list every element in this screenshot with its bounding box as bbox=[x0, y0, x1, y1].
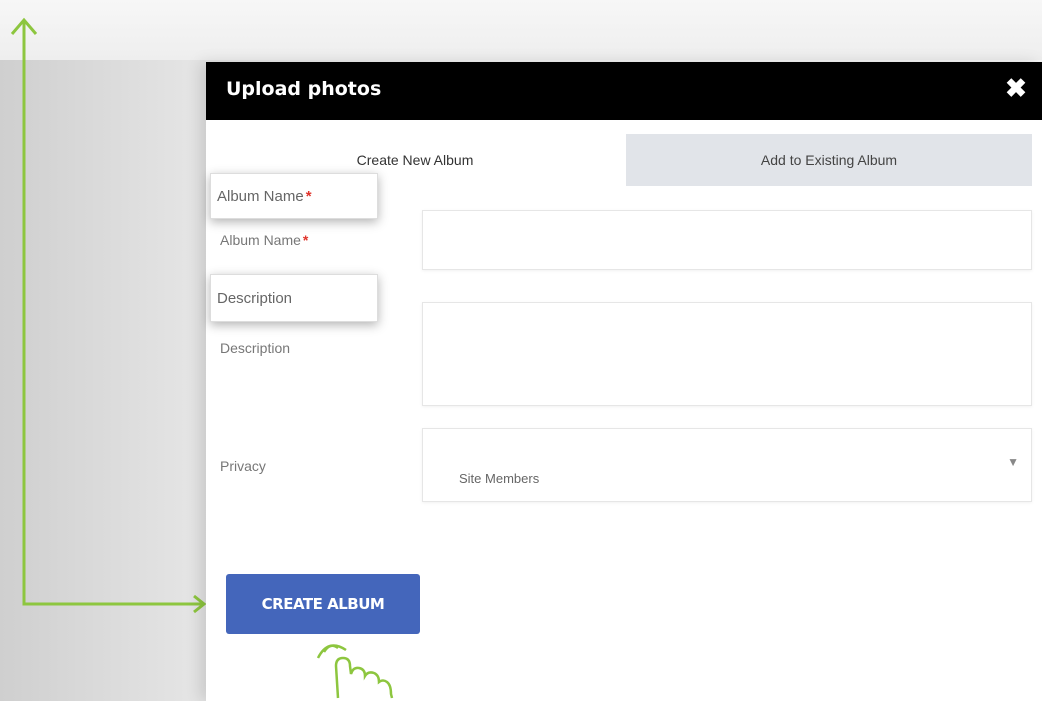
create-album-button[interactable]: CREATE ALBUM bbox=[226, 574, 420, 634]
upload-photos-modal: Upload photos ✖ Create New Album Add to … bbox=[206, 62, 1042, 701]
close-icon[interactable]: ✖ bbox=[1002, 74, 1030, 102]
green-arrow-icon bbox=[10, 17, 207, 614]
description-callout: Description bbox=[210, 274, 378, 322]
modal-title: Upload photos bbox=[226, 78, 382, 100]
chevron-down-icon: ▼ bbox=[1007, 455, 1019, 469]
album-name-label: Album Name * bbox=[220, 232, 308, 248]
album-name-callout-text: Album Name bbox=[217, 188, 304, 205]
privacy-selected-value: Site Members bbox=[459, 471, 540, 486]
callout-required-marker: * bbox=[305, 188, 312, 205]
album-name-label-text: Album Name bbox=[220, 232, 301, 248]
album-name-callout: Album Name * bbox=[210, 173, 378, 219]
tab-add-to-existing-album[interactable]: Add to Existing Album bbox=[626, 134, 1032, 186]
album-name-input[interactable] bbox=[422, 210, 1032, 270]
description-label: Description bbox=[220, 340, 291, 356]
modal-header: Upload photos ✖ bbox=[206, 62, 1042, 120]
privacy-select[interactable]: Site Members ▼ bbox=[422, 428, 1032, 502]
hand-pointer-icon bbox=[316, 644, 394, 699]
description-textarea[interactable] bbox=[422, 302, 1032, 406]
required-marker: * bbox=[302, 232, 309, 248]
privacy-label: Privacy bbox=[220, 458, 266, 474]
